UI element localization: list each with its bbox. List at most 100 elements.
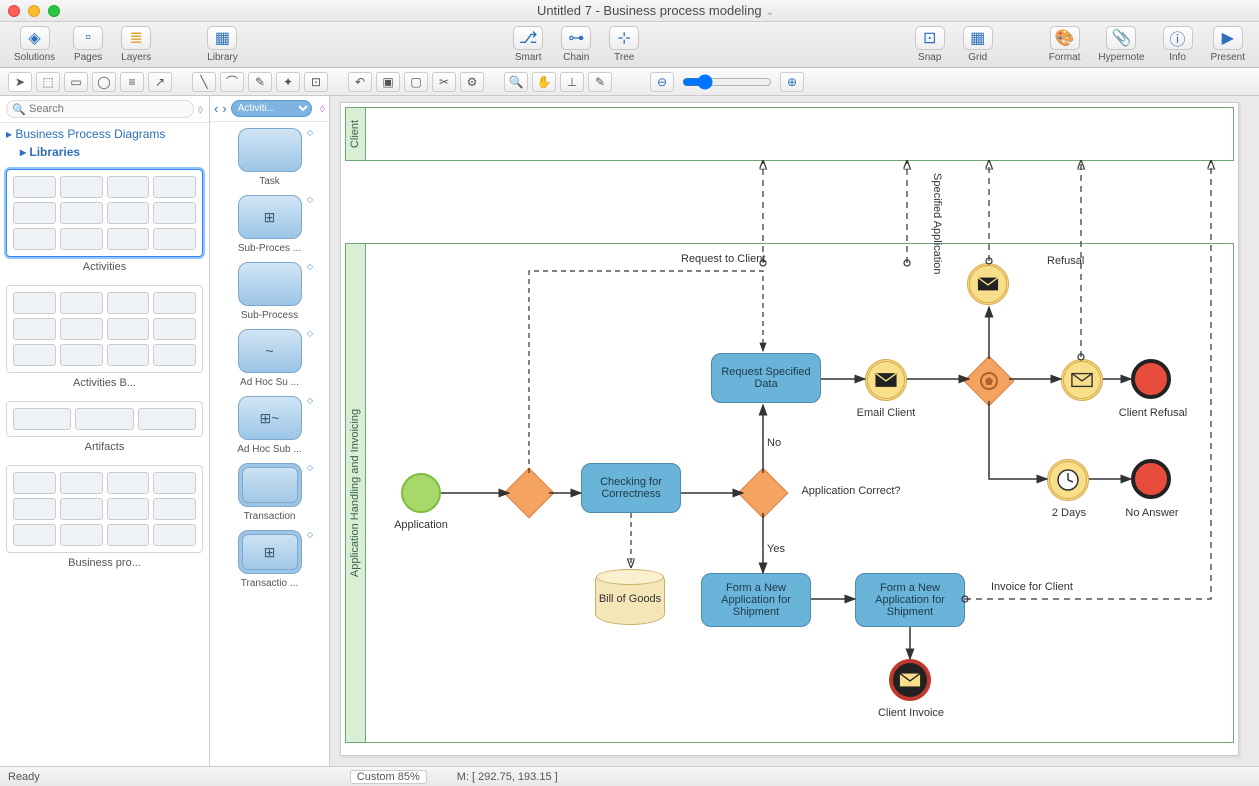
text-tool[interactable]: ≡ <box>120 72 144 92</box>
curve-tool[interactable]: ⌒ <box>220 72 244 92</box>
chevron-down-icon[interactable]: ⌄ <box>766 7 774 18</box>
zoom-in-button[interactable]: ⊕ <box>780 72 804 92</box>
search-input[interactable] <box>6 100 194 118</box>
event-email-client[interactable] <box>865 359 907 401</box>
label-bill-of-goods: Bill of Goods <box>591 593 669 605</box>
group-button[interactable]: ▣ <box>376 72 400 92</box>
label-no: No <box>767 437 781 449</box>
window-title: Untitled 7 - Business process modeling⌄ <box>60 3 1251 18</box>
zoom-out-button[interactable]: ⊖ <box>650 72 674 92</box>
label-client-refusal: Client Refusal <box>1113 407 1193 419</box>
label-refusal: Refusal <box>1047 255 1084 267</box>
label-yes: Yes <box>767 543 785 555</box>
zoom-slider[interactable] <box>682 74 772 90</box>
event-client-refusal-msg[interactable] <box>1061 359 1103 401</box>
undo-button[interactable]: ↶ <box>348 72 372 92</box>
task-form-1[interactable]: Form a New Application for Shipment <box>701 573 811 627</box>
label-client-invoice: Client Invoice <box>871 707 951 719</box>
task-checking[interactable]: Checking for Correctness <box>581 463 681 513</box>
shape-subprocess-c[interactable]: ◇⊞Sub-Proces ... <box>216 195 323 254</box>
search-icon: 🔍 <box>12 103 26 116</box>
label-app-correct: Application Correct? <box>791 485 911 497</box>
label-2days: 2 Days <box>1041 507 1097 519</box>
label-invoice-for-client: Invoice for Client <box>991 581 1073 593</box>
lane-client[interactable]: Client <box>345 107 1234 161</box>
label-request-to-client: Request to Client <box>681 253 765 265</box>
main-toolbar: ◈Solutions ▫Pages ≣Layers ▦Library ⎇Smar… <box>0 22 1259 68</box>
end-no-answer[interactable] <box>1131 459 1171 499</box>
minimize-icon[interactable] <box>28 5 40 17</box>
close-icon[interactable] <box>8 5 20 17</box>
info-button[interactable]: ⓘInfo <box>1155 24 1201 65</box>
label-specified-app: Specified Application <box>931 173 943 275</box>
edit-toolbar: ➤ ⬚ ▭ ◯ ≡ ↗ ╲ ⌒ ✎ ✦ ⊡ ↶ ▣ ▢ ✂ ⚙ 🔍 ✋ ⊥ ✎ … <box>0 68 1259 96</box>
eyedropper-tool[interactable]: ✎ <box>588 72 612 92</box>
titlebar: Untitled 7 - Business process modeling⌄ <box>0 0 1259 22</box>
solutions-button[interactable]: ◈Solutions <box>6 24 63 65</box>
anchor-tool[interactable]: ✦ <box>276 72 300 92</box>
maximize-icon[interactable] <box>48 5 60 17</box>
snap-button[interactable]: ⊡Snap <box>907 24 953 65</box>
shape-adhoc-sub[interactable]: ◇⊞~Ad Hoc Sub ... <box>216 396 323 455</box>
pen-tool[interactable]: ✎ <box>248 72 272 92</box>
connector-tool[interactable]: ╲ <box>192 72 216 92</box>
event-2days[interactable] <box>1047 459 1089 501</box>
zoom-tool[interactable]: 🔍 <box>504 72 528 92</box>
tree-libraries[interactable]: ▸ Libraries <box>20 145 203 159</box>
grid-button[interactable]: ▦Grid <box>955 24 1001 65</box>
present-button[interactable]: ▶Present <box>1203 24 1253 65</box>
nav-back-icon[interactable]: ‹ <box>214 101 218 116</box>
marquee-tool[interactable]: ⬚ <box>36 72 60 92</box>
lib-business-pro[interactable]: Business pro... <box>6 465 203 569</box>
event-client-invoice[interactable] <box>889 659 931 701</box>
shapes-panel: ‹ › Activiti... ⬨ ◇Task ◇⊞Sub-Proces ...… <box>210 96 330 766</box>
shape-transactio[interactable]: ◇⊞Transactio ... <box>216 530 323 589</box>
label-no-answer: No Answer <box>1117 507 1187 519</box>
pin-icon[interactable]: ⬨ <box>198 102 203 117</box>
shape-adhoc-su[interactable]: ◇~Ad Hoc Su ... <box>216 329 323 388</box>
lib-activities-b[interactable]: Activities B... <box>6 285 203 389</box>
ungroup-button[interactable]: ▢ <box>404 72 428 92</box>
smart-button[interactable]: ⎇Smart <box>505 24 551 65</box>
format-button[interactable]: 🎨Format <box>1041 24 1089 65</box>
shape-transaction[interactable]: ◇Transaction <box>216 463 323 522</box>
link-tool[interactable]: ⚙ <box>460 72 484 92</box>
lib-activities[interactable]: Activities <box>6 169 203 273</box>
stamp-tool[interactable]: ⊥ <box>560 72 584 92</box>
lib-artifacts[interactable]: Artifacts <box>6 401 203 453</box>
task-form-2[interactable]: Form a New Application for Shipment <box>855 573 965 627</box>
hand-tool[interactable]: ✋ <box>532 72 556 92</box>
library-button[interactable]: ▦Library <box>199 24 246 65</box>
tree-header[interactable]: ▸ Business Process Diagrams <box>6 127 203 141</box>
tree-button[interactable]: ⊹Tree <box>601 24 647 65</box>
shape-subprocess[interactable]: ◇Sub-Process <box>216 262 323 321</box>
nav-fwd-icon[interactable]: › <box>222 101 226 116</box>
zoom-indicator[interactable]: Custom 85% <box>350 770 427 784</box>
task-request-data[interactable]: Request Specified Data <box>711 353 821 403</box>
library-panel: 🔍 ⬨ ▸ Business Process Diagrams ▸ Librar… <box>0 96 210 766</box>
canvas-area[interactable]: Client Application Handling and Invoicin… <box>330 96 1259 766</box>
start-label: Application <box>385 519 457 531</box>
cut-tool[interactable]: ✂ <box>432 72 456 92</box>
pointer-tool[interactable]: ➤ <box>8 72 32 92</box>
pages-button[interactable]: ▫Pages <box>65 24 111 65</box>
end-client-refusal[interactable] <box>1131 359 1171 399</box>
start-event[interactable] <box>401 473 441 513</box>
crop-tool[interactable]: ⊡ <box>304 72 328 92</box>
status-bar: Ready Custom 85% M: [ 292.75, 193.15 ] <box>0 766 1259 786</box>
shape-task[interactable]: ◇Task <box>216 128 323 187</box>
label-email-client: Email Client <box>851 407 921 419</box>
lane-application[interactable]: Application Handling and Invoicing <box>345 243 1234 743</box>
line-tool[interactable]: ↗ <box>148 72 172 92</box>
status-ready: Ready <box>8 771 40 783</box>
shapes-dropdown[interactable]: Activiti... <box>231 100 312 117</box>
ellipse-tool[interactable]: ◯ <box>92 72 116 92</box>
shapes-pin-icon[interactable]: ⬨ <box>320 101 325 116</box>
rect-tool[interactable]: ▭ <box>64 72 88 92</box>
canvas[interactable]: Client Application Handling and Invoicin… <box>340 102 1239 756</box>
hypernote-button[interactable]: 📎Hypernote <box>1090 24 1152 65</box>
event-request-client[interactable] <box>967 263 1009 305</box>
mouse-coords: M: [ 292.75, 193.15 ] <box>457 771 558 783</box>
layers-button[interactable]: ≣Layers <box>113 24 159 65</box>
chain-button[interactable]: ⊶Chain <box>553 24 599 65</box>
